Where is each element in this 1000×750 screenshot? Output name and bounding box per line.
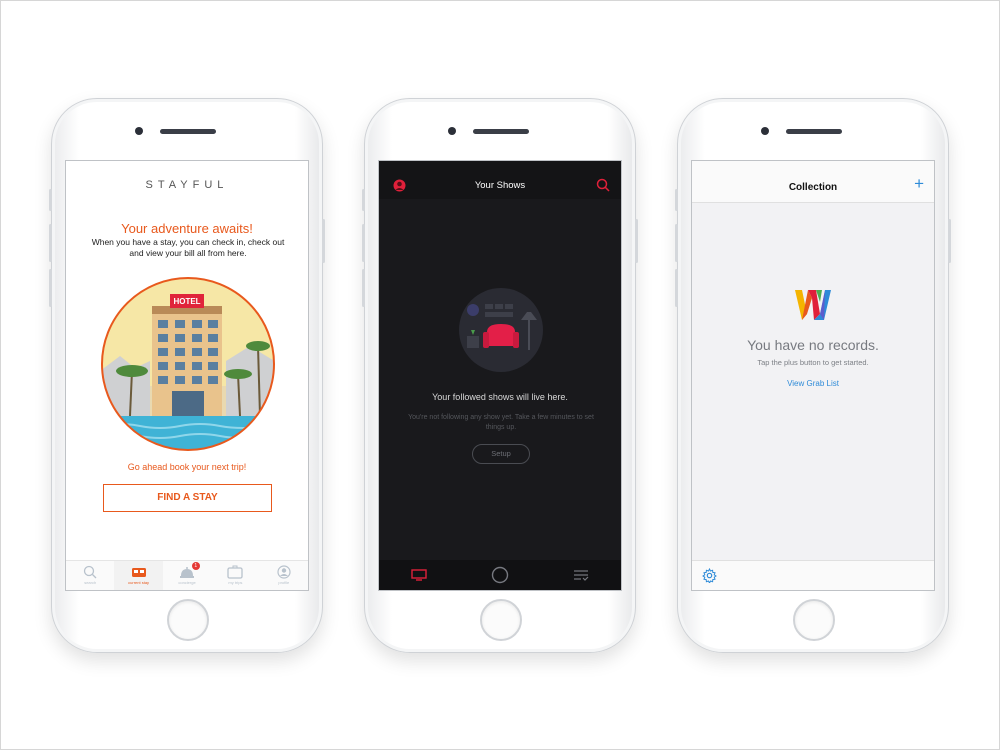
tab-tv[interactable] [379, 569, 460, 581]
shows-screen: Your Shows Your followed shows will live… [378, 160, 622, 591]
phone-stayful: STAYFUL Your adventure awaits! When you … [49, 98, 325, 653]
phone-collection: Collection + You have no records. Tap th… [675, 98, 951, 653]
mute-switch [362, 189, 365, 211]
speaker [786, 129, 842, 134]
tab-label: current stay [128, 580, 150, 585]
gear-icon[interactable] [702, 568, 717, 583]
empty-hint: Tap the plus button to get started. [757, 358, 869, 367]
home-button[interactable] [793, 599, 835, 641]
app-logo [795, 290, 831, 320]
volume-down-button [675, 269, 678, 307]
suitcase-icon [227, 565, 244, 579]
hotel-sign: HOTEL [173, 297, 200, 306]
subtext: When you have a stay, you can check in, … [91, 237, 285, 258]
find-a-stay-button[interactable]: FIND A STAY [103, 484, 272, 512]
tab-current-stay[interactable]: current stay [114, 561, 163, 590]
nav-bar: Your Shows [379, 161, 621, 199]
bottom-toolbar [692, 560, 934, 590]
tab-profile[interactable]: profile [260, 561, 308, 590]
search-icon[interactable] [596, 178, 610, 192]
brand-title: STAYFUL [145, 179, 229, 191]
setup-button[interactable]: Setup [472, 444, 530, 464]
tab-bar [379, 560, 621, 590]
tab-label: search [84, 580, 97, 585]
tab-label: my trips [228, 580, 243, 585]
power-button [635, 219, 638, 263]
speaker [160, 129, 216, 134]
front-camera [448, 127, 456, 135]
mute-switch [49, 189, 52, 211]
volume-up-button [49, 224, 52, 262]
tab-my-trips[interactable]: my trips [211, 561, 259, 590]
tab-list[interactable] [540, 569, 621, 581]
tab-label: profile [278, 580, 290, 585]
circle-icon [491, 566, 509, 584]
add-button[interactable]: + [914, 175, 924, 192]
power-button [322, 219, 325, 263]
empty-room-illustration [459, 288, 543, 372]
tab-concierge[interactable]: 1 concierge [163, 561, 211, 590]
empty-title: Your followed shows will live here. [432, 392, 568, 402]
headline: Your adventure awaits! [121, 221, 253, 236]
view-grab-list-link[interactable]: View Grab List [692, 379, 934, 388]
mute-switch [675, 189, 678, 211]
tv-icon [411, 569, 428, 581]
stayful-screen: STAYFUL Your adventure awaits! When you … [65, 160, 309, 591]
search-icon [84, 565, 97, 579]
nav-bar: Collection + [692, 161, 934, 203]
list-check-icon [573, 570, 589, 581]
home-button[interactable] [167, 599, 209, 641]
empty-title: You have no records. [747, 337, 879, 353]
profile-icon [277, 565, 291, 579]
tab-discover[interactable] [460, 566, 541, 584]
phone-shows: Your Shows Your followed shows will live… [362, 98, 638, 653]
front-camera [761, 127, 769, 135]
tab-bar: search current stay 1 concierge my trips… [66, 560, 308, 590]
volume-up-button [675, 224, 678, 262]
power-button [948, 219, 951, 263]
front-camera [135, 127, 143, 135]
bed-icon [131, 568, 146, 577]
hotel-illustration: HOTEL [101, 277, 275, 451]
speaker [473, 129, 529, 134]
screen-title: Collection [788, 182, 838, 193]
volume-down-button [362, 269, 365, 307]
tab-search[interactable]: search [66, 561, 114, 590]
empty-body: You're not following any show yet. Take … [408, 414, 594, 431]
volume-down-button [49, 269, 52, 307]
screen-title: Your Shows [474, 180, 526, 191]
home-button[interactable] [480, 599, 522, 641]
notification-badge: 1 [191, 562, 200, 570]
collection-screen: Collection + You have no records. Tap th… [691, 160, 935, 591]
cta-text: Go ahead book your next trip! [127, 462, 247, 472]
volume-up-button [362, 224, 365, 262]
tab-label: concierge [178, 580, 196, 585]
